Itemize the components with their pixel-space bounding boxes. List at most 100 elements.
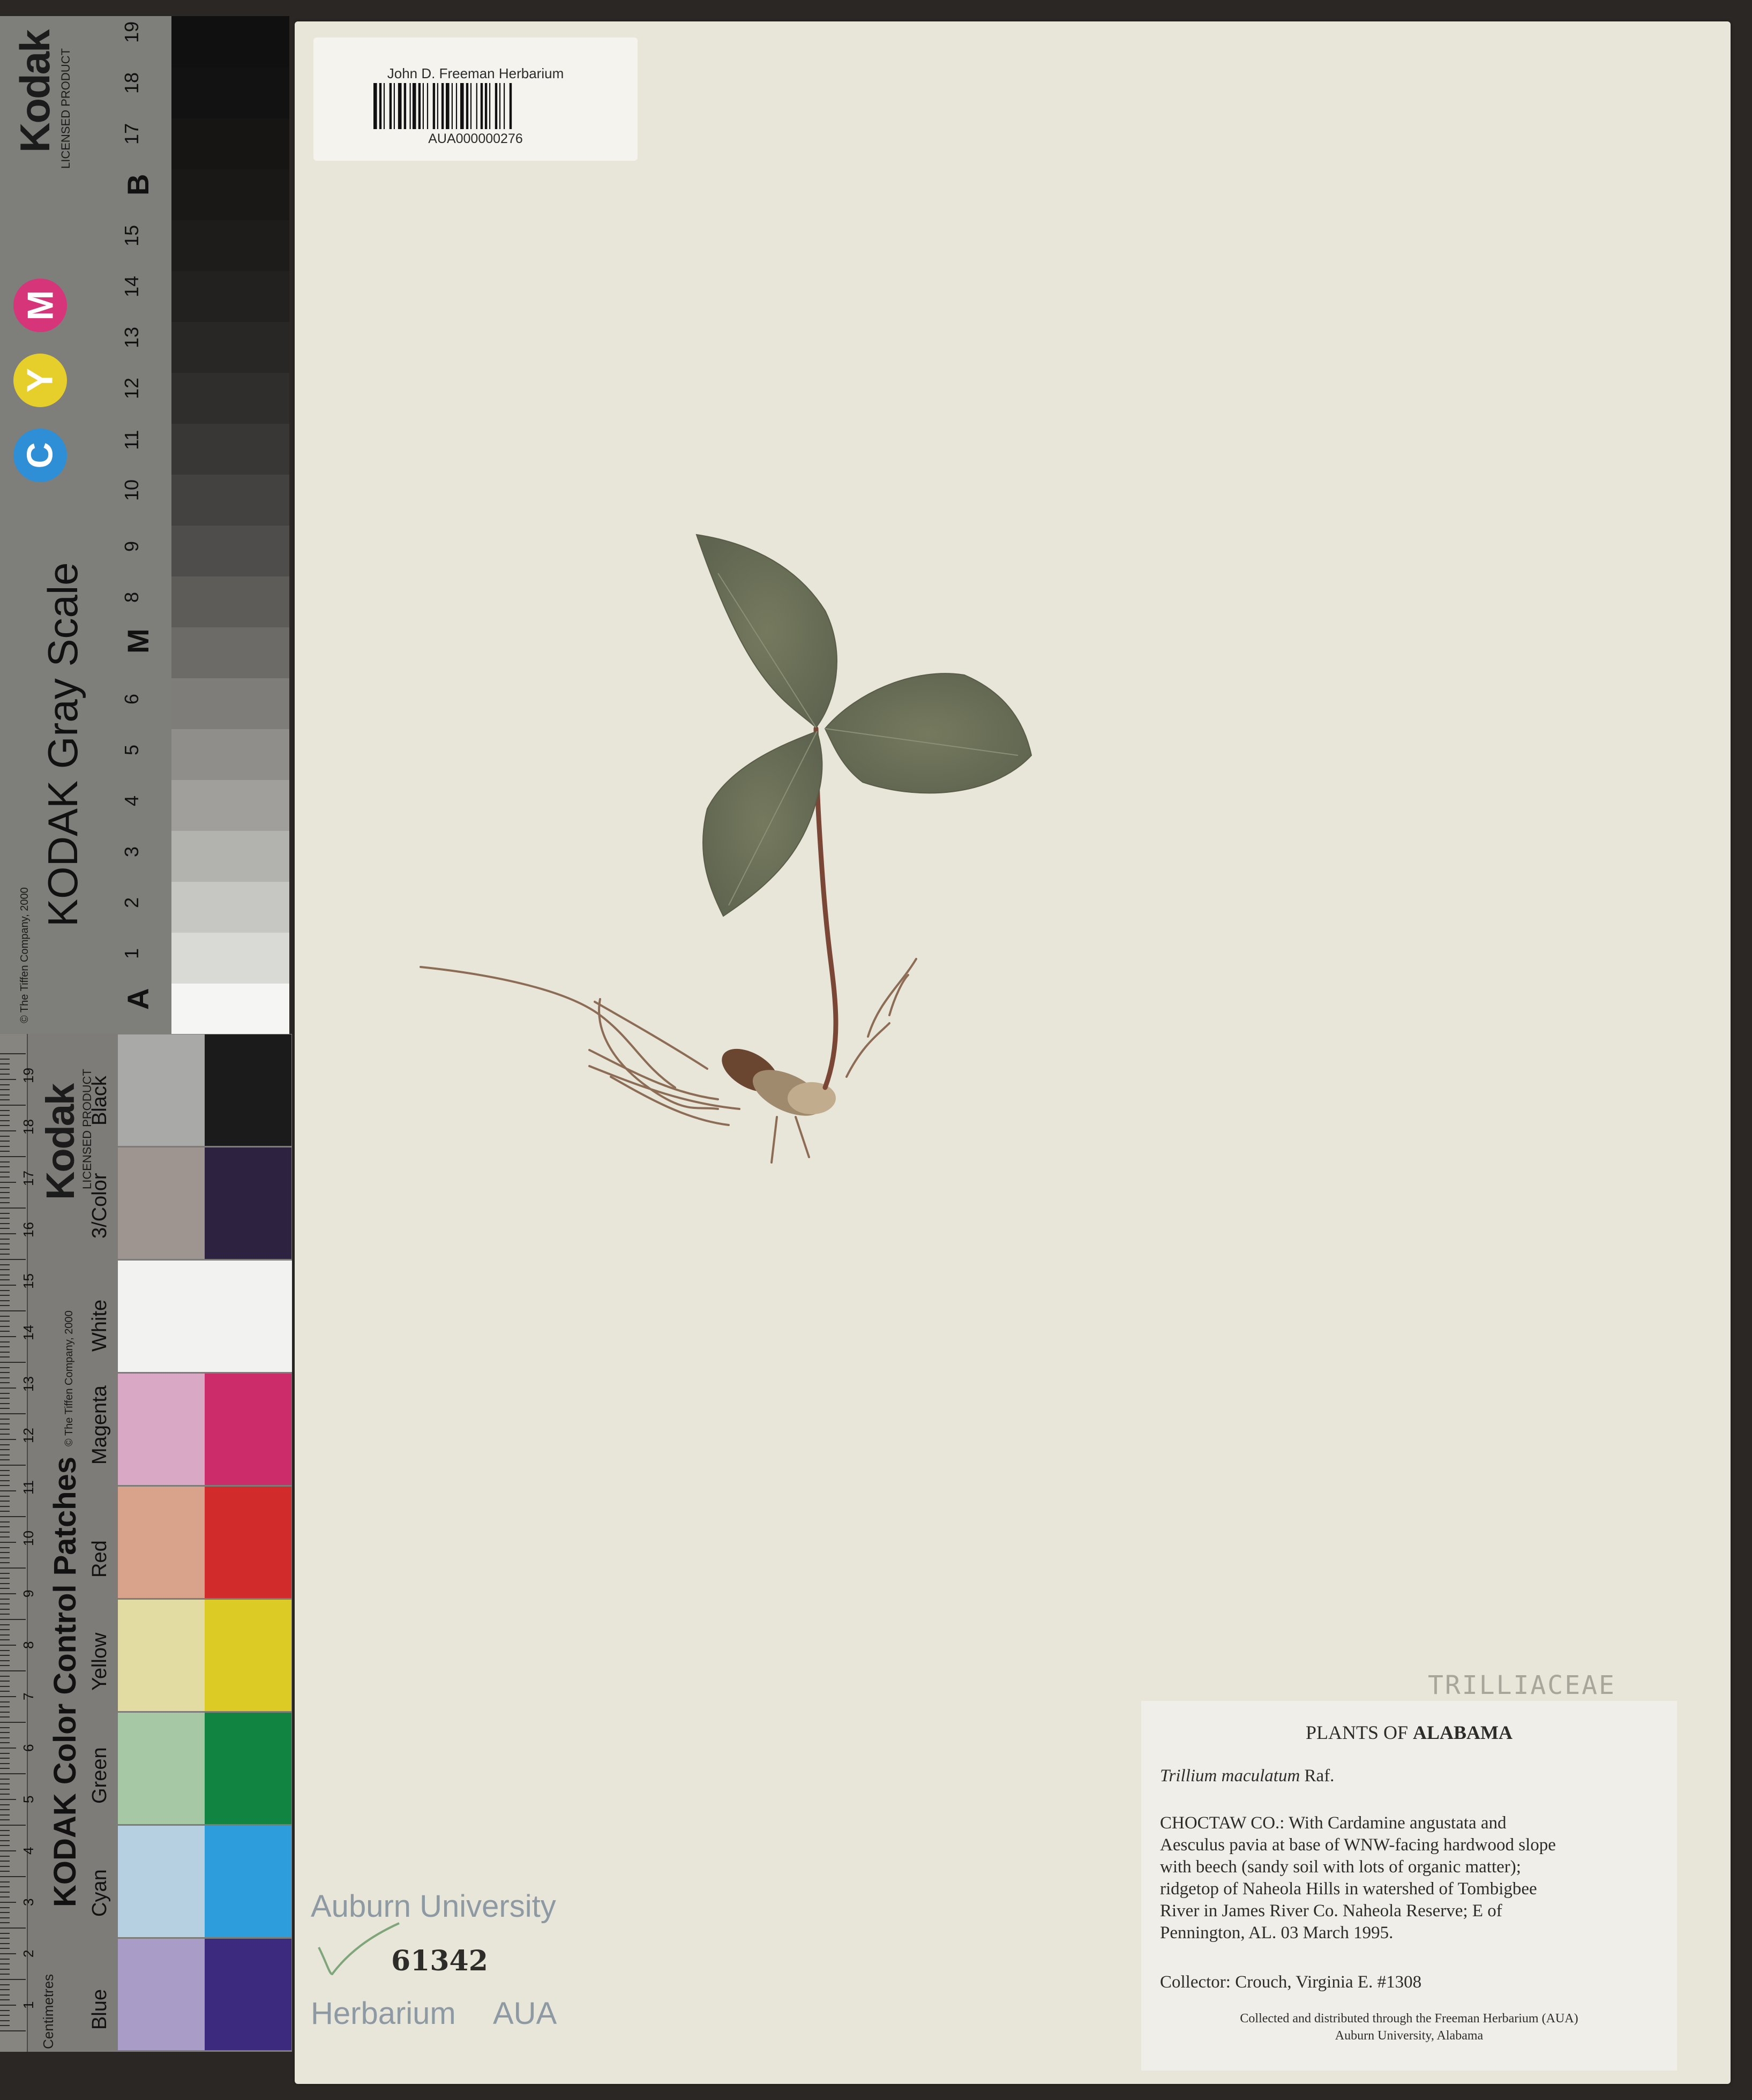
barcode-icon bbox=[373, 83, 512, 129]
gray-step bbox=[171, 474, 289, 526]
gray-licensed-text: LICENSED PRODUCT bbox=[59, 48, 72, 169]
ruler-tick bbox=[0, 1891, 10, 1893]
ruler-tick bbox=[0, 1634, 10, 1636]
gray-step bbox=[171, 729, 289, 780]
gray-scale-label: 10 bbox=[121, 479, 143, 501]
ruler-tick bbox=[0, 1325, 10, 1327]
ruler-tick bbox=[0, 1732, 10, 1734]
ruler-tick bbox=[0, 1922, 10, 1924]
ruler-tick bbox=[0, 1588, 10, 1589]
ruler-tick bbox=[0, 1141, 10, 1142]
ruler-number: 14 bbox=[20, 1325, 36, 1340]
color-patch-light bbox=[118, 1148, 205, 1259]
color-patch-dark bbox=[205, 1600, 291, 1711]
ruler-tick bbox=[0, 1794, 10, 1795]
color-patch-light bbox=[118, 1487, 205, 1598]
barcode-bar bbox=[451, 83, 453, 129]
gray-scale-label: 6 bbox=[121, 693, 143, 704]
gray-scale-label: 3 bbox=[121, 846, 143, 857]
ruler-tick bbox=[0, 1865, 10, 1867]
color-card-title: KODAK Color Control Patches bbox=[48, 1456, 83, 1907]
ruler-label: Centimetres bbox=[40, 1974, 56, 2049]
stamp-herbarium: Herbarium bbox=[311, 1996, 456, 2031]
ruler-tick bbox=[0, 1917, 10, 1918]
gray-step bbox=[171, 321, 289, 373]
color-patch-label: Black bbox=[88, 1076, 111, 1126]
ruler-tick bbox=[0, 1655, 10, 1656]
collector-line: Collector: Crouch, Virginia E. #1308 bbox=[1160, 1972, 1422, 1992]
ruler-tick bbox=[0, 1907, 10, 1908]
gray-step bbox=[171, 423, 289, 475]
gray-step bbox=[171, 67, 289, 118]
ruler-tick bbox=[0, 1835, 10, 1836]
ruler-tick bbox=[0, 1526, 10, 1528]
ruler-tick bbox=[0, 1105, 26, 1106]
ruler-tick bbox=[0, 1495, 10, 1497]
ruler-tick bbox=[0, 2020, 10, 2021]
ruler-tick bbox=[0, 1331, 10, 1332]
ruler-tick bbox=[0, 2009, 10, 2011]
ruler-tick bbox=[0, 1788, 10, 1790]
barcode-bar bbox=[432, 83, 436, 129]
taxon-name: Trillium maculatum bbox=[1160, 1766, 1300, 1786]
ruler-tick bbox=[0, 1490, 16, 1491]
ruler-tick bbox=[0, 1675, 10, 1677]
gray-step bbox=[171, 779, 289, 831]
ruler-tick bbox=[0, 1089, 10, 1091]
color-patch-label: Cyan bbox=[88, 1869, 111, 1917]
gray-step bbox=[171, 220, 289, 271]
label-footer-1: Collected and distributed through the Fr… bbox=[1240, 2012, 1578, 2026]
ruler-tick bbox=[0, 1999, 10, 2001]
ruler-tick bbox=[0, 1454, 10, 1456]
ruler-tick bbox=[0, 1300, 10, 1301]
ruler-number: 5 bbox=[20, 1795, 36, 1803]
stamp-university: Auburn University bbox=[311, 1889, 556, 1924]
herbarium-stamp: Auburn University 61342 Herbarium AUA bbox=[311, 1888, 589, 2065]
ruler-tick bbox=[0, 1145, 10, 1147]
ruler-tick bbox=[0, 1871, 10, 1872]
color-patch-dark bbox=[205, 1826, 291, 1937]
color-control-card: Centimetres 1 2 3 4 5 6 7 8 9 10 11 12 13 14 15 16 17 18 1… bbox=[0, 1034, 292, 2052]
gray-kodak-logo: Kodak bbox=[11, 30, 58, 153]
ruler-tick bbox=[0, 1505, 10, 1507]
ruler-tick bbox=[0, 1825, 26, 1826]
gray-step bbox=[171, 271, 289, 322]
ruler-tick bbox=[0, 1953, 16, 1954]
ruler-tick bbox=[0, 1691, 10, 1692]
ruler-tick bbox=[0, 1418, 10, 1420]
ruler-tick bbox=[0, 1084, 10, 1085]
gray-scale-label: B bbox=[121, 174, 155, 196]
ruler-tick bbox=[0, 1829, 10, 1831]
ruler-number: 6 bbox=[20, 1744, 36, 1752]
color-patch-light bbox=[118, 1713, 205, 1824]
locality-line: Aesculus pavia at base of WNW-facing har… bbox=[1160, 1835, 1556, 1855]
ruler-tick bbox=[0, 1989, 10, 1991]
barcode-number: AUA000000276 bbox=[428, 131, 523, 146]
gray-step bbox=[171, 118, 289, 169]
ruler-tick bbox=[0, 1053, 26, 1054]
ruler-tick bbox=[0, 1192, 10, 1194]
barcode-bar bbox=[446, 83, 450, 129]
barcode-bar bbox=[466, 83, 469, 129]
gray-step bbox=[171, 881, 289, 933]
cmy-yellow-icon: Y bbox=[13, 354, 67, 407]
gray-steps bbox=[171, 16, 289, 1034]
ruler-tick bbox=[0, 1222, 10, 1224]
barcode-bar bbox=[422, 83, 424, 129]
ruler-tick bbox=[0, 1886, 10, 1888]
ruler-tick bbox=[0, 1979, 26, 1980]
color-patch-dark bbox=[205, 1713, 291, 1824]
ruler-tick bbox=[0, 1742, 10, 1744]
color-copyright: © The Tiffen Company, 2000 bbox=[63, 1310, 75, 1446]
ruler-tick bbox=[0, 1279, 10, 1281]
ruler-tick bbox=[0, 1289, 10, 1291]
ruler-tick bbox=[0, 1449, 10, 1451]
barcode-bar bbox=[484, 83, 488, 129]
ruler-tick bbox=[0, 1840, 10, 1841]
ruler-tick bbox=[0, 1212, 10, 1214]
locality-line: ridgetop of Naheola Hills in watershed o… bbox=[1160, 1879, 1537, 1899]
ruler-tick bbox=[0, 1685, 10, 1687]
family-annotation: TRILLIACEAE bbox=[1428, 1670, 1616, 1700]
ruler-tick bbox=[0, 1459, 10, 1461]
barcode-bar bbox=[460, 83, 464, 129]
